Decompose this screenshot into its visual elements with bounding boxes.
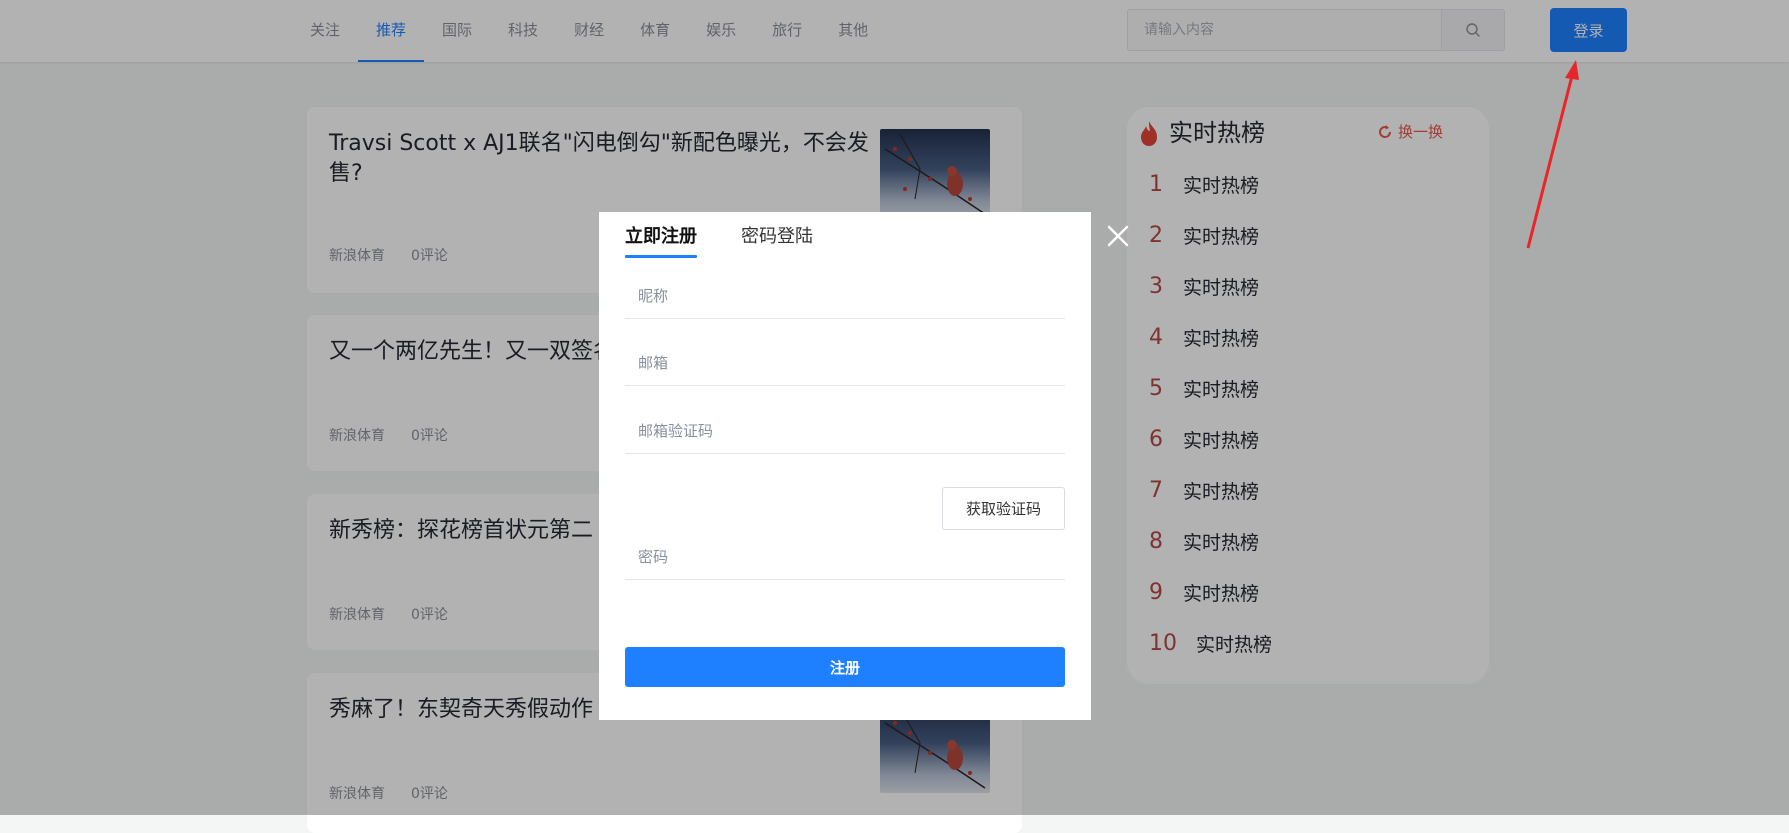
nickname-field[interactable] — [625, 273, 1065, 319]
email-field[interactable] — [625, 340, 1065, 386]
auth-tabs: 立即注册 密码登陆 — [625, 224, 813, 258]
get-code-button[interactable]: 获取验证码 — [942, 487, 1065, 530]
password-field[interactable] — [625, 534, 1065, 580]
close-icon[interactable] — [1105, 223, 1131, 249]
email-code-field[interactable] — [625, 408, 1065, 454]
register-button[interactable]: 注册 — [625, 647, 1065, 687]
auth-modal: 立即注册 密码登陆 获取验证码 注册 — [599, 212, 1091, 720]
annotation-arrow — [1526, 60, 1579, 249]
tab-register[interactable]: 立即注册 — [625, 224, 697, 258]
tab-password-login[interactable]: 密码登陆 — [741, 224, 813, 256]
